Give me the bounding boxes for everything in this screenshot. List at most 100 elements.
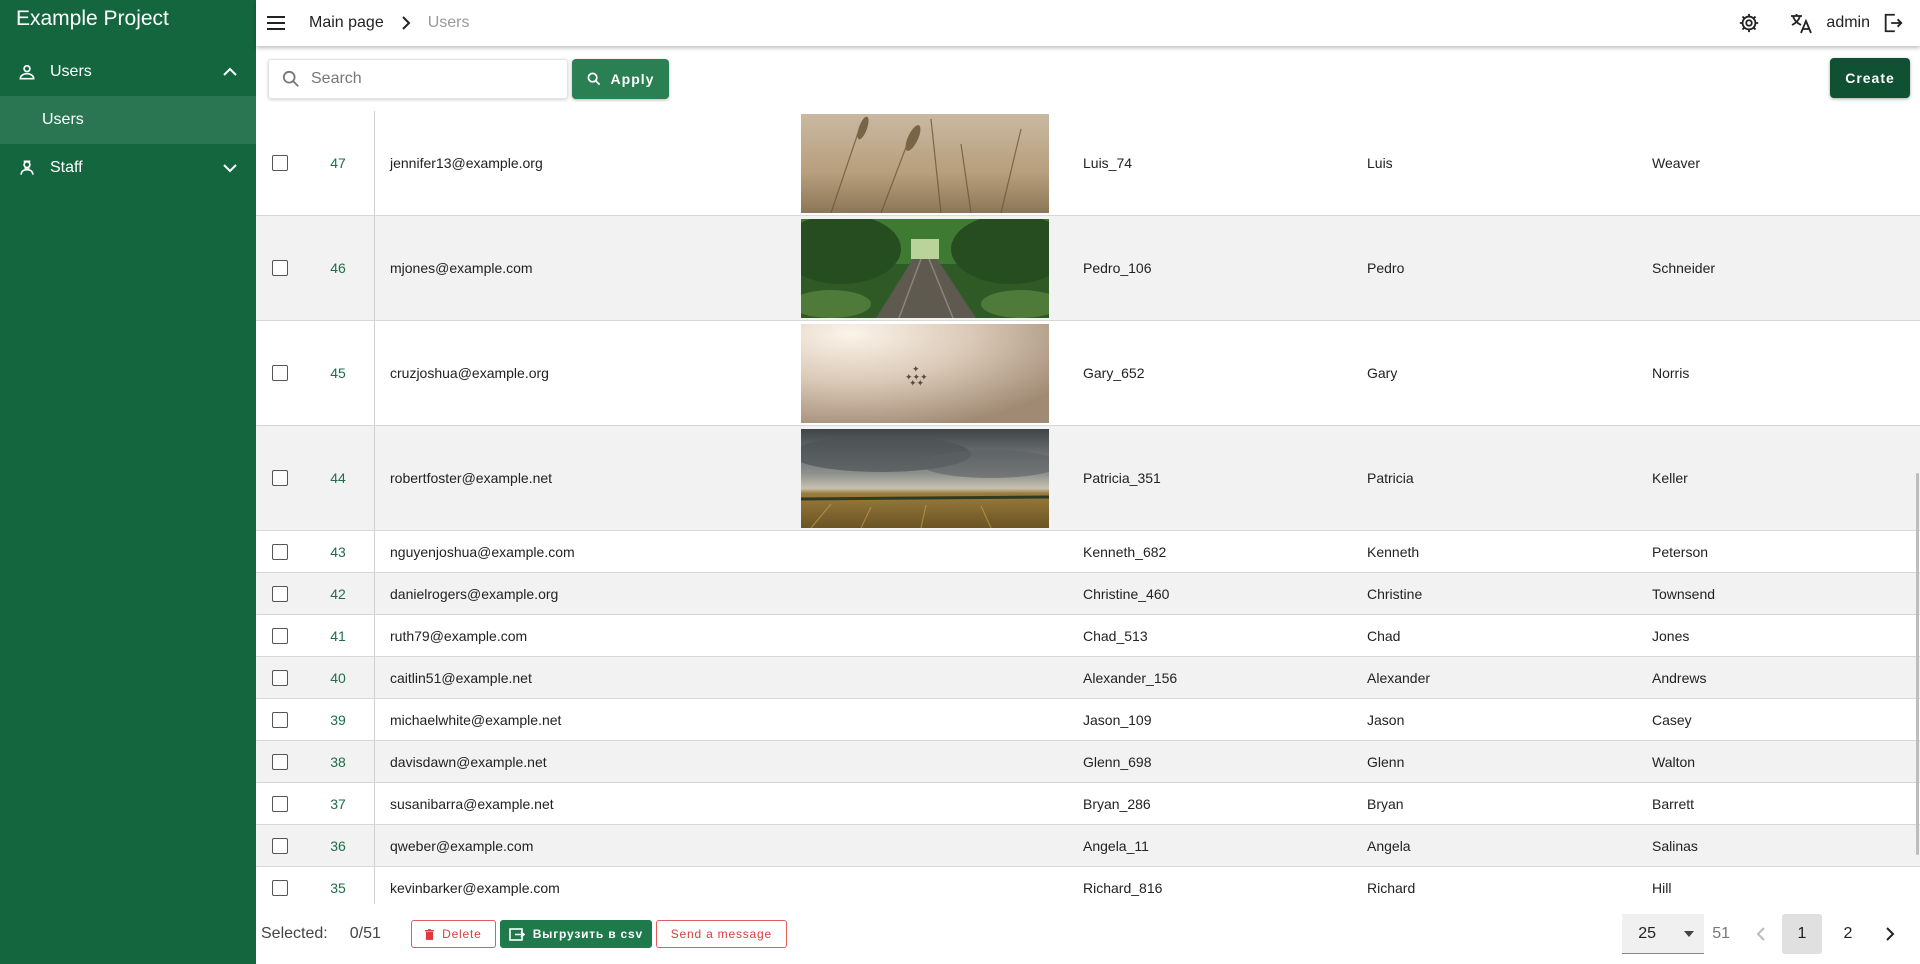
table-row: 35 kevinbarker@example.com Richard_816 R…: [256, 867, 1920, 904]
row-id-link[interactable]: 42: [302, 586, 374, 602]
row-id-link[interactable]: 41: [302, 628, 374, 644]
row-email: robertfoster@example.net: [374, 426, 804, 530]
stormy-field-photo: [801, 428, 1049, 528]
chevron-left-icon[interactable]: [1748, 922, 1772, 946]
email-text: danielrogers@example.org: [390, 585, 559, 602]
row-image: ✦✦✦ ✦ ✦✦: [801, 321, 1049, 425]
row-checkbox[interactable]: [272, 585, 288, 602]
row-last-name: Schneider: [1652, 260, 1716, 276]
table-scrollbar[interactable]: [1916, 473, 1919, 855]
search-input[interactable]: [309, 69, 567, 89]
row-username: Bryan_286: [1083, 795, 1151, 812]
row-email: jennifer13@example.org: [374, 111, 804, 215]
search-icon: [281, 69, 301, 89]
row-id-link[interactable]: 37: [302, 796, 374, 812]
current-user[interactable]: admin: [1826, 14, 1870, 32]
row-checkbox[interactable]: [272, 879, 288, 896]
table-row: 36 qweber@example.com Angela_11 Angela S…: [256, 825, 1920, 867]
row-last-name: Hill: [1652, 879, 1672, 896]
row-id-link[interactable]: 35: [302, 880, 374, 896]
logout-icon[interactable]: [1880, 10, 1906, 36]
pagination: 25 51 1 2: [1622, 914, 1920, 954]
create-button[interactable]: Create: [1830, 58, 1910, 98]
row-checkbox[interactable]: [272, 260, 288, 276]
table-row: 43 nguyenjoshua@example.com Kenneth_682 …: [256, 531, 1920, 573]
sidebar-item-users[interactable]: Users: [0, 96, 256, 144]
table-row: 45 cruzjoshua@example.org ✦✦✦ ✦ ✦✦ Gary_65…: [256, 321, 1920, 426]
breadcrumb-main-page[interactable]: Main page: [309, 14, 384, 32]
staff-icon: [16, 157, 38, 179]
table-row: 47 jennifer13@example.org Luis_74 Luis W…: [256, 111, 1920, 216]
email-text: robertfoster@example.net: [390, 470, 553, 486]
menu-icon[interactable]: [264, 11, 288, 35]
row-username: Gary_652: [1083, 365, 1145, 381]
header-actions: admin: [1736, 10, 1920, 36]
row-first-name: Luis: [1367, 155, 1393, 171]
row-id-link[interactable]: 45: [302, 365, 374, 381]
row-checkbox[interactable]: [272, 753, 288, 770]
dropdown-arrow-icon: [1684, 930, 1695, 937]
row-email: danielrogers@example.org: [374, 573, 804, 614]
row-id-link[interactable]: 38: [302, 754, 374, 770]
gear-icon[interactable]: [1736, 10, 1762, 36]
row-id-link[interactable]: 46: [302, 260, 374, 276]
row-id-link[interactable]: 44: [302, 470, 374, 486]
row-first-name: Alexander: [1367, 669, 1431, 686]
sidebar-group-staff[interactable]: Staff: [0, 144, 256, 192]
table-row: 40 caitlin51@example.net Alexander_156 A…: [256, 657, 1920, 699]
row-checkbox[interactable]: [272, 837, 288, 854]
row-first-name: Angela: [1367, 837, 1411, 854]
chevron-right-icon[interactable]: [1878, 922, 1902, 946]
search-box[interactable]: [268, 59, 568, 99]
row-id-link[interactable]: 36: [302, 838, 374, 854]
row-checkbox[interactable]: [272, 711, 288, 728]
export-csv-button[interactable]: Выгрузить в csv: [499, 920, 652, 948]
row-id-link[interactable]: 43: [302, 544, 374, 560]
chevron-up-icon[interactable]: [220, 62, 240, 82]
row-checkbox[interactable]: [272, 470, 288, 486]
row-last-name: Andrews: [1652, 669, 1707, 686]
row-email: michaelwhite@example.net: [374, 699, 804, 740]
row-id-link[interactable]: 39: [302, 712, 374, 728]
selected-label: Selected:: [261, 925, 328, 942]
delete-label: Delete: [442, 927, 482, 941]
page-button-2[interactable]: 2: [1828, 914, 1868, 954]
row-username: Chad_513: [1083, 627, 1148, 644]
row-id-link[interactable]: 47: [302, 155, 374, 171]
person-icon: [16, 61, 38, 83]
row-first-name: Jason: [1367, 711, 1405, 728]
row-first-name: Kenneth: [1367, 543, 1420, 560]
svg-text:✦✦: ✦✦: [909, 379, 925, 389]
page-button-1[interactable]: 1: [1782, 914, 1822, 954]
railway-forest-photo: [801, 218, 1049, 318]
row-username: Richard_816: [1083, 879, 1163, 896]
chevron-down-icon[interactable]: [220, 158, 240, 178]
row-first-name: Christine: [1367, 585, 1423, 602]
translate-icon[interactable]: [1788, 10, 1814, 36]
foggy-planes-photo: ✦✦✦✦✦✦: [801, 323, 1049, 423]
table-row: 41 ruth79@example.com Chad_513 Chad Jone…: [256, 615, 1920, 657]
apply-button[interactable]: Apply: [572, 59, 669, 99]
send-message-button[interactable]: Send a message: [655, 920, 787, 948]
row-first-name: Pedro: [1367, 260, 1405, 276]
row-username: Luis_74: [1083, 155, 1133, 171]
delete-button[interactable]: Delete: [410, 920, 496, 948]
row-first-name: Patricia: [1367, 470, 1414, 486]
row-last-name: Jones: [1652, 627, 1690, 644]
sidebar-group-label: Staff: [50, 159, 83, 176]
table-row: 42 danielrogers@example.org Christine_46…: [256, 573, 1920, 615]
row-id-link[interactable]: 40: [302, 670, 374, 686]
search-icon: [587, 72, 601, 86]
row-checkbox[interactable]: [272, 155, 288, 171]
sidebar-group-users[interactable]: Users: [0, 48, 256, 96]
row-checkbox[interactable]: [272, 543, 288, 560]
row-checkbox[interactable]: [272, 627, 288, 644]
row-checkbox[interactable]: [272, 365, 288, 381]
row-checkbox[interactable]: [272, 669, 288, 686]
row-checkbox[interactable]: [272, 795, 288, 812]
users-table: 47 jennifer13@example.org Luis_74 Luis W…: [256, 111, 1920, 904]
row-last-name: Walton: [1652, 753, 1696, 770]
apply-label: Apply: [610, 71, 655, 87]
per-page-value: 25: [1638, 924, 1656, 942]
per-page-select[interactable]: 25: [1622, 914, 1705, 954]
